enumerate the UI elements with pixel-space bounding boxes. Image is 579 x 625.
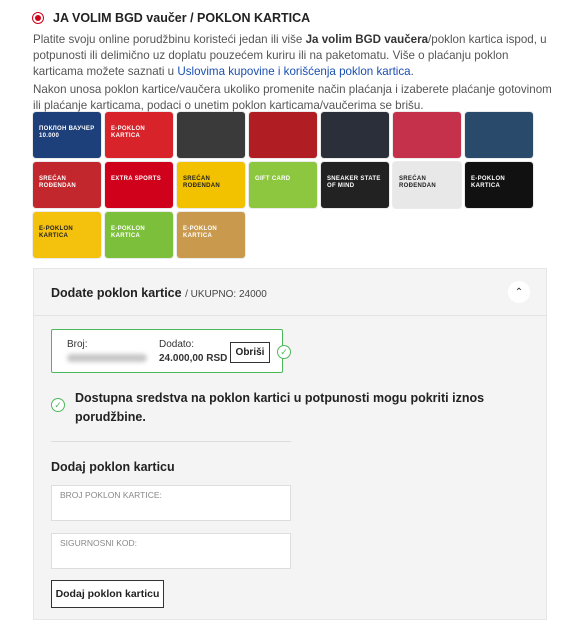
security-code-placeholder: SIGURNOSNI KOD: [60,538,137,548]
gift-card-image: EXTRA SPORTS [105,162,173,208]
remove-card-button[interactable]: Obriši [230,342,270,363]
gift-card-caption: ПОКЛОН ВАУЧЕР 10.000 [39,126,95,139]
gift-card-image: E-POKLON KARTICA [105,212,173,258]
gift-card-image: E-POKLON KARTICA [105,112,173,158]
gift-card-image: ПОКЛОН ВАУЧЕР 10.000 [33,112,101,158]
gift-card-image: SREĆAN ROĐENDAN [393,162,461,208]
voucher-payment-option[interactable]: JA VOLIM BGD vaučer / POKLON KARTICA [32,11,310,25]
panel-title-text: Dodate poklon kartice [51,286,182,300]
description-paragraph-2: Nakon unosa poklon kartice/vaučera ukoli… [33,83,552,112]
desc-text: Platite svoju online porudžbinu koristeć… [33,33,306,46]
add-card-title: Dodaj poklon karticu [51,460,175,474]
success-check-icon: ✓ [51,398,65,412]
gift-card-image: E-POKLON KARTICA [465,162,533,208]
gift-card-image [321,112,389,158]
card-number-placeholder: BROJ POKLON KARTICE: [60,490,162,500]
radio-selected-dot [35,15,41,21]
gift-card-image [393,112,461,158]
added-gift-card: Broj: Dodato: 24.000,00 RSD Obriši ✓ [51,329,291,373]
chevron-up-icon: ⌃ [514,286,524,298]
gift-card-image [177,112,245,158]
gift-card-image: E-POKLON KARTICA [33,212,101,258]
gift-card-image [249,112,317,158]
gift-card-caption: E-POKLON KARTICA [39,226,74,239]
radio-button[interactable] [32,12,44,24]
added-gift-cards-panel: Dodate poklon kartice / UKUPNO: 24000 ⌃ … [33,268,547,620]
gift-card-image: E-POKLON KARTICA [177,212,245,258]
desc-end: . [410,65,414,78]
gift-card-caption: E-POKLON KARTICA [183,226,218,239]
card-number-label: Broj: [67,339,88,350]
panel-total: / UKUPNO: 24000 [185,289,267,300]
gift-card-caption: SREĆAN ROĐENDAN [183,176,221,189]
description-paragraph-1: Platite svoju online porudžbinu koristeć… [33,32,553,80]
gift-card-caption: E-POKLON KARTICA [471,176,506,189]
gift-card-caption: GIFT CARD [255,176,291,182]
gift-card-image: GIFT CARD [249,162,317,208]
panel-title: Dodate poklon kartice / UKUPNO: 24000 [51,286,267,300]
divider [34,315,546,316]
card-number-masked [67,354,147,362]
added-value: 24.000,00 RSD [159,353,228,364]
collapse-button[interactable]: ⌃ [508,281,530,303]
gift-card-image: SNEAKER STATE OF MIND [321,162,389,208]
gift-card-caption: SNEAKER STATE OF MIND [327,176,381,189]
add-gift-card-button[interactable]: Dodaj poklon karticu [51,580,164,608]
terms-link[interactable]: Uslovima kupovine i korišćenja poklon ka… [177,65,410,78]
security-code-input[interactable]: SIGURNOSNI KOD: [51,533,291,569]
desc-bold-text: Ja volim BGD vaučera [305,33,429,46]
gift-card-caption: E-POKLON KARTICA [111,126,146,139]
gift-card-image [465,112,533,158]
gift-card-image: SREĆAN ROĐENDAN [33,162,101,208]
section-separator [51,441,291,442]
option-label: JA VOLIM BGD vaučer / POKLON KARTICA [53,11,311,25]
card-number-input[interactable]: BROJ POKLON KARTICE: [51,485,291,521]
gift-card-caption: EXTRA SPORTS [111,176,162,182]
added-label: Dodato: [159,339,195,350]
coverage-notice: Dostupna sredstva na poklon kartici u po… [75,391,485,424]
gift-card-caption: SREĆAN ROĐENDAN [399,176,437,189]
gift-card-caption: E-POKLON KARTICA [111,226,146,239]
check-circle-icon: ✓ [277,345,291,359]
gift-card-caption: SREĆAN ROĐENDAN [39,176,77,189]
gift-card-image: SREĆAN ROĐENDAN [177,162,245,208]
